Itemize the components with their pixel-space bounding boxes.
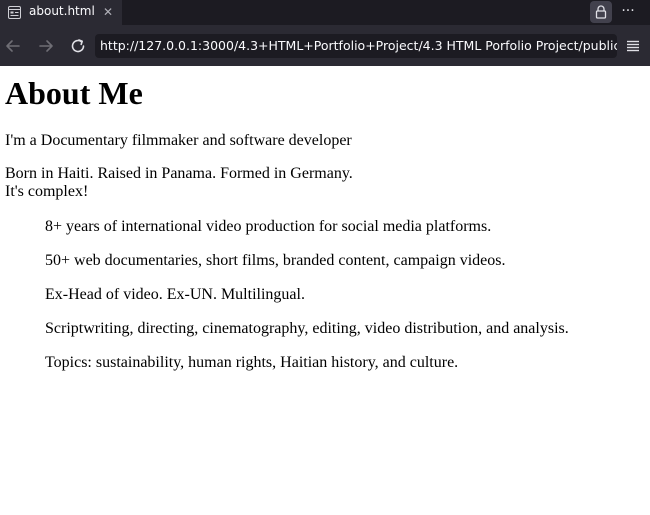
bio-line: Born in Haiti. Raised in Panama. Formed … [5, 165, 353, 182]
hamburger-menu-icon[interactable] [626, 39, 640, 53]
back-arrow-icon[interactable] [4, 37, 22, 55]
more-options-icon[interactable]: ··· [618, 1, 638, 23]
url-text[interactable]: http://127.0.0.1:3000/4.3+HTML+Portfolio… [100, 38, 617, 53]
page-content: About Me I'm a Documentary filmmaker and… [0, 66, 650, 515]
close-icon[interactable]: ✕ [101, 5, 115, 19]
list-item: Topics: sustainability, human rights, Ha… [45, 354, 459, 371]
bio-line: It's complex! [5, 183, 89, 200]
forward-arrow-icon[interactable] [37, 37, 55, 55]
list-item: Scriptwriting, directing, cinematography… [45, 320, 569, 337]
list-item: Ex-Head of video. Ex-UN. Multilingual. [45, 286, 305, 303]
page-title: About Me [5, 75, 143, 111]
reload-icon[interactable] [69, 37, 87, 55]
tab-about[interactable]: about.html ✕ [0, 0, 122, 25]
tab-title: about.html [29, 4, 95, 18]
list-item: 50+ web documentaries, short films, bran… [45, 252, 506, 269]
tab-bar: about.html ✕ ··· [0, 0, 650, 25]
lock-icon [595, 5, 607, 19]
highlights-list: 8+ years of international video producti… [45, 217, 569, 387]
address-bar[interactable]: http://127.0.0.1:3000/4.3+HTML+Portfolio… [95, 34, 617, 58]
navigation-toolbar: http://127.0.0.1:3000/4.3+HTML+Portfolio… [0, 25, 650, 66]
bio-text: Born in Haiti. Raised in Panama. Formed … [5, 165, 353, 201]
intro-text: I'm a Documentary filmmaker and software… [5, 132, 352, 149]
list-item: 8+ years of international video producti… [45, 218, 492, 235]
lock-button[interactable] [590, 1, 612, 23]
page-icon [8, 6, 21, 19]
